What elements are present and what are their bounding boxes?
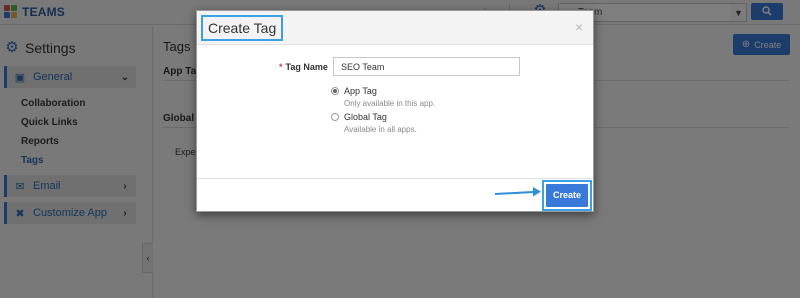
tag-name-input[interactable] [333,57,520,76]
create-button-highlight: Create [542,180,592,211]
create-button[interactable]: Create [546,184,588,207]
tag-name-label-text: Tag Name [285,62,328,72]
modal-header: Create Tag × [197,11,593,45]
global-tag-radio[interactable] [331,113,339,121]
app-tag-label[interactable]: App Tag [344,86,377,96]
arrow-right-icon [495,187,541,197]
divider [197,178,593,179]
global-tag-label[interactable]: Global Tag [344,112,387,122]
tag-name-label: * Tag Name [279,62,328,72]
app-tag-radio[interactable] [331,87,339,95]
modal-title: Create Tag [201,15,284,41]
close-icon[interactable]: × [575,19,583,35]
global-tag-help: Available in all apps. [344,125,417,134]
required-marker: * [279,62,283,72]
app-tag-help: Only available in this app. [344,99,436,108]
create-tag-modal: Create Tag × *Tag Name App Tag Only avai… [196,10,594,212]
